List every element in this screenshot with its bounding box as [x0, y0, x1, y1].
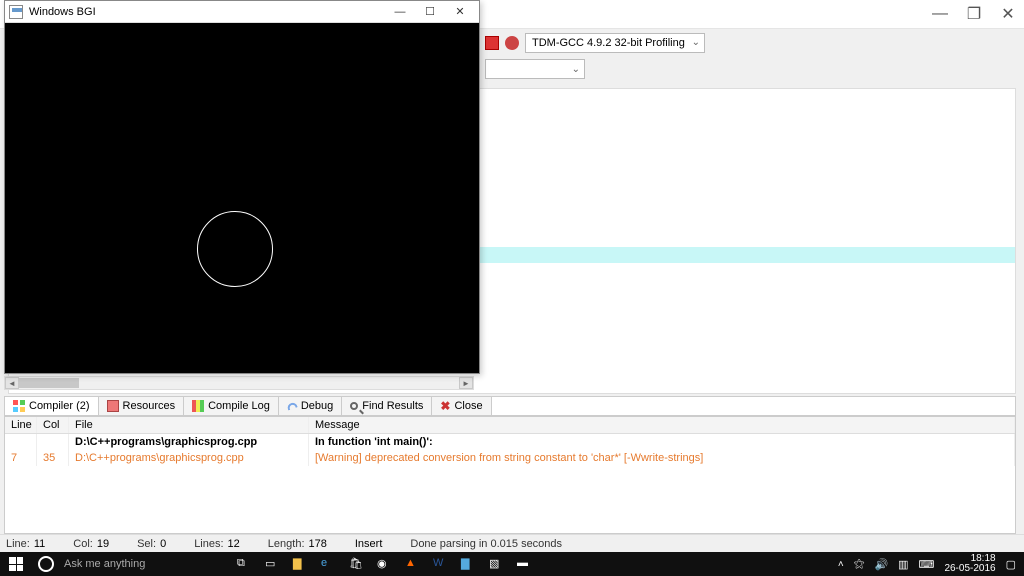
taskbar-clock[interactable]: 18:18 26-05-2016	[944, 554, 995, 575]
taskbar-app-extra[interactable]: ▧	[482, 552, 510, 576]
status-length-value: 178	[309, 538, 327, 550]
status-col-value: 19	[97, 538, 109, 550]
status-sel-label: Sel:	[137, 538, 156, 550]
status-col-label: Col:	[73, 538, 93, 550]
drawn-circle	[197, 211, 273, 287]
bgi-title-text: Windows BGI	[29, 6, 385, 18]
left-panel-scrollbar[interactable]: ◄ ►	[4, 376, 474, 390]
edge-icon[interactable]: e	[314, 552, 342, 576]
table-row[interactable]: 7 35 D:\C++programs\graphicsprog.cpp [Wa…	[5, 450, 1015, 466]
cell-col: 35	[37, 450, 69, 466]
bgi-taskbar-icon[interactable]: ▬	[510, 552, 538, 576]
tab-debug[interactable]: Debug	[279, 397, 342, 415]
scroll-left-arrow-icon[interactable]: ◄	[5, 377, 19, 389]
ide-close-button[interactable]: ✕	[1000, 6, 1016, 22]
cell-file: D:\C++programs\graphicsprog.cpp	[69, 434, 309, 450]
word-icon[interactable]: W	[426, 552, 454, 576]
task-view-icon[interactable]: ⧉	[230, 552, 258, 576]
compiler-profile-select[interactable]: TDM-GCC 4.9.2 32-bit Profiling	[525, 33, 705, 53]
bgi-close-button[interactable]: ✕	[445, 2, 475, 22]
compiler-output-header: Line Col File Message	[5, 417, 1015, 434]
status-parse-msg: Done parsing in 0.015 seconds	[410, 538, 562, 550]
bottom-tab-strip: Compiler (2) Resources Compile Log Debug…	[4, 396, 1016, 416]
cell-message: [Warning] deprecated conversion from str…	[309, 450, 1015, 466]
scroll-thumb[interactable]	[19, 378, 79, 388]
tab-compile-log[interactable]: Compile Log	[184, 397, 279, 415]
bgi-titlebar[interactable]: Windows BGI — ☐ ✕	[5, 1, 479, 23]
cell-message: In function 'int main()':	[309, 434, 1015, 450]
compiler-profile-label: TDM-GCC 4.9.2 32-bit Profiling	[532, 37, 685, 49]
status-insert-mode: Insert	[355, 538, 383, 550]
status-bar: Line: 11 Col: 19 Sel: 0 Lines: 12 Length…	[0, 534, 1024, 552]
chrome-icon[interactable]: ◉	[370, 552, 398, 576]
vlc-icon[interactable]: ▲	[398, 552, 426, 576]
taskbar-app-1[interactable]: ▭	[258, 552, 286, 576]
compiler-output-table: Line Col File Message D:\C++programs\gra…	[4, 416, 1016, 534]
status-sel-value: 0	[160, 538, 166, 550]
status-line-value: 11	[34, 538, 45, 550]
file-explorer-icon[interactable]: ▇	[286, 552, 314, 576]
battery-icon[interactable]: ▥	[898, 558, 908, 571]
tab-find-results[interactable]: Find Results	[342, 397, 432, 415]
find-tab-icon	[350, 402, 358, 410]
status-lines-value: 12	[228, 538, 240, 550]
input-lang-icon[interactable]: ⌨	[919, 558, 935, 571]
cell-col	[37, 434, 69, 450]
compiler-tab-icon	[13, 400, 25, 412]
windows-logo-icon	[9, 557, 23, 571]
cell-line: 7	[5, 450, 37, 466]
hdr-message[interactable]: Message	[309, 417, 1015, 433]
tab-compiler-label: Compiler (2)	[29, 400, 90, 412]
toolbar-stop-icon[interactable]	[485, 36, 499, 50]
system-tray: ˄ ⚝ 🔊 ▥ ⌨ 18:18 26-05-2016 ▢	[838, 554, 1024, 575]
hdr-col[interactable]: Col	[37, 417, 69, 433]
hdr-line[interactable]: Line	[5, 417, 37, 433]
taskbar-date: 26-05-2016	[944, 564, 995, 575]
tab-find-results-label: Find Results	[362, 400, 423, 412]
store-icon[interactable]: 🛍	[342, 552, 370, 576]
bgi-maximize-button[interactable]: ☐	[415, 2, 445, 22]
compile-log-tab-icon	[192, 400, 204, 412]
toolbar-debug-icon[interactable]	[505, 36, 519, 50]
tab-compiler[interactable]: Compiler (2)	[5, 397, 99, 415]
close-tab-icon: ✖	[440, 399, 450, 413]
cell-line	[5, 434, 37, 450]
tab-compile-log-label: Compile Log	[208, 400, 270, 412]
ide-minimize-button[interactable]: —	[932, 6, 948, 22]
action-center-icon[interactable]: ▢	[1006, 558, 1016, 571]
bgi-canvas	[5, 23, 479, 373]
bgi-app-icon	[9, 5, 23, 19]
start-button[interactable]	[0, 552, 32, 576]
tray-overflow-icon[interactable]: ˄	[838, 559, 844, 570]
ide-maximize-button[interactable]: ❐	[966, 6, 982, 22]
bgi-minimize-button[interactable]: —	[385, 2, 415, 22]
status-lines-label: Lines:	[194, 538, 223, 550]
bgi-window[interactable]: Windows BGI — ☐ ✕	[4, 0, 480, 374]
cell-file: D:\C++programs\graphicsprog.cpp	[69, 450, 309, 466]
devcpp-icon[interactable]: ▇	[454, 552, 482, 576]
taskbar-search-input[interactable]: Ask me anything	[60, 558, 230, 570]
tab-resources[interactable]: Resources	[99, 397, 185, 415]
resources-tab-icon	[107, 400, 119, 412]
scroll-right-arrow-icon[interactable]: ►	[459, 377, 473, 389]
hdr-file[interactable]: File	[69, 417, 309, 433]
status-length-label: Length:	[268, 538, 305, 550]
tab-close[interactable]: ✖ Close	[432, 397, 491, 415]
tab-resources-label: Resources	[123, 400, 176, 412]
debug-tab-icon	[286, 401, 297, 410]
volume-icon[interactable]: 🔊	[874, 558, 888, 571]
wifi-icon[interactable]: ⚝	[854, 558, 865, 571]
status-line-label: Line:	[6, 538, 30, 550]
windows-taskbar: Ask me anything ⧉ ▭ ▇ e 🛍 ◉ ▲ W ▇ ▧ ▬ ˄ …	[0, 552, 1024, 576]
tab-debug-label: Debug	[301, 400, 333, 412]
cortana-icon[interactable]	[38, 556, 54, 572]
secondary-select[interactable]	[485, 59, 585, 79]
table-row[interactable]: D:\C++programs\graphicsprog.cpp In funct…	[5, 434, 1015, 450]
tab-close-label: Close	[454, 400, 482, 412]
